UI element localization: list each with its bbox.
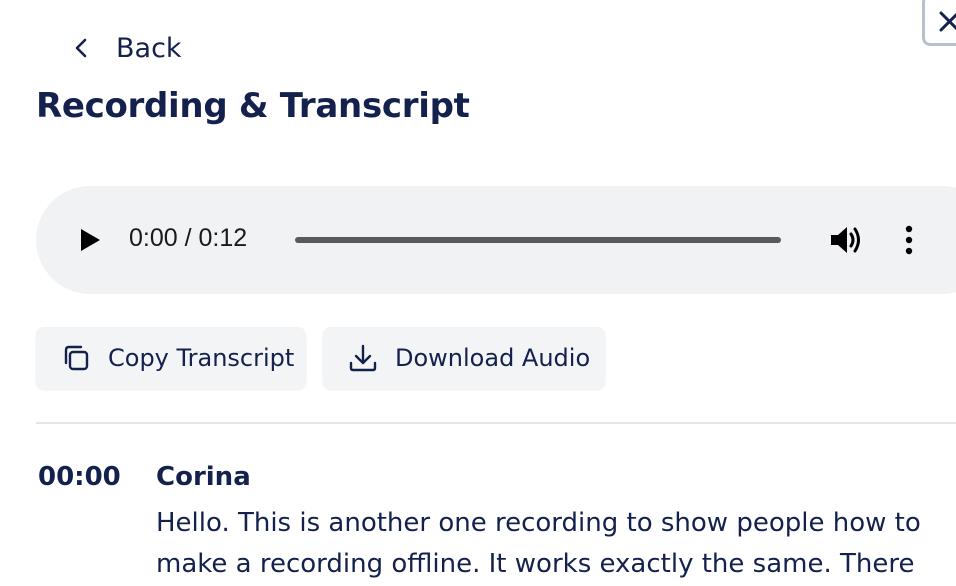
chevron-left-icon bbox=[74, 38, 90, 58]
progress-slider[interactable] bbox=[295, 237, 781, 243]
close-icon bbox=[939, 11, 956, 32]
recording-transcript-panel: Back Recording & Transcript 0:00 / 0:12 bbox=[0, 0, 956, 586]
more-options-button[interactable] bbox=[902, 224, 916, 256]
divider bbox=[36, 422, 956, 424]
transcript-timestamp[interactable]: 00:00 bbox=[38, 462, 121, 492]
copy-icon bbox=[60, 342, 92, 374]
volume-icon bbox=[831, 227, 860, 253]
back-label: Back bbox=[116, 32, 182, 64]
volume-button[interactable] bbox=[829, 224, 863, 256]
page-title: Recording & Transcript bbox=[36, 86, 470, 126]
play-button[interactable] bbox=[76, 226, 104, 254]
audio-player[interactable]: 0:00 / 0:12 bbox=[36, 186, 956, 294]
download-audio-label: Download Audio bbox=[395, 344, 591, 372]
more-vertical-icon bbox=[905, 225, 913, 255]
close-button[interactable] bbox=[922, 0, 956, 46]
transcript-speaker: Corina bbox=[156, 462, 251, 492]
time-display: 0:00 / 0:12 bbox=[129, 224, 248, 252]
transcript-text: Hello. This is another one recording to … bbox=[156, 508, 921, 579]
download-audio-button[interactable]: Download Audio bbox=[323, 327, 605, 389]
download-icon bbox=[347, 342, 379, 374]
copy-transcript-button[interactable]: Copy Transcript bbox=[36, 327, 306, 389]
copy-transcript-label: Copy Transcript bbox=[108, 344, 295, 372]
play-icon bbox=[81, 229, 100, 251]
back-link[interactable]: Back bbox=[74, 28, 182, 68]
